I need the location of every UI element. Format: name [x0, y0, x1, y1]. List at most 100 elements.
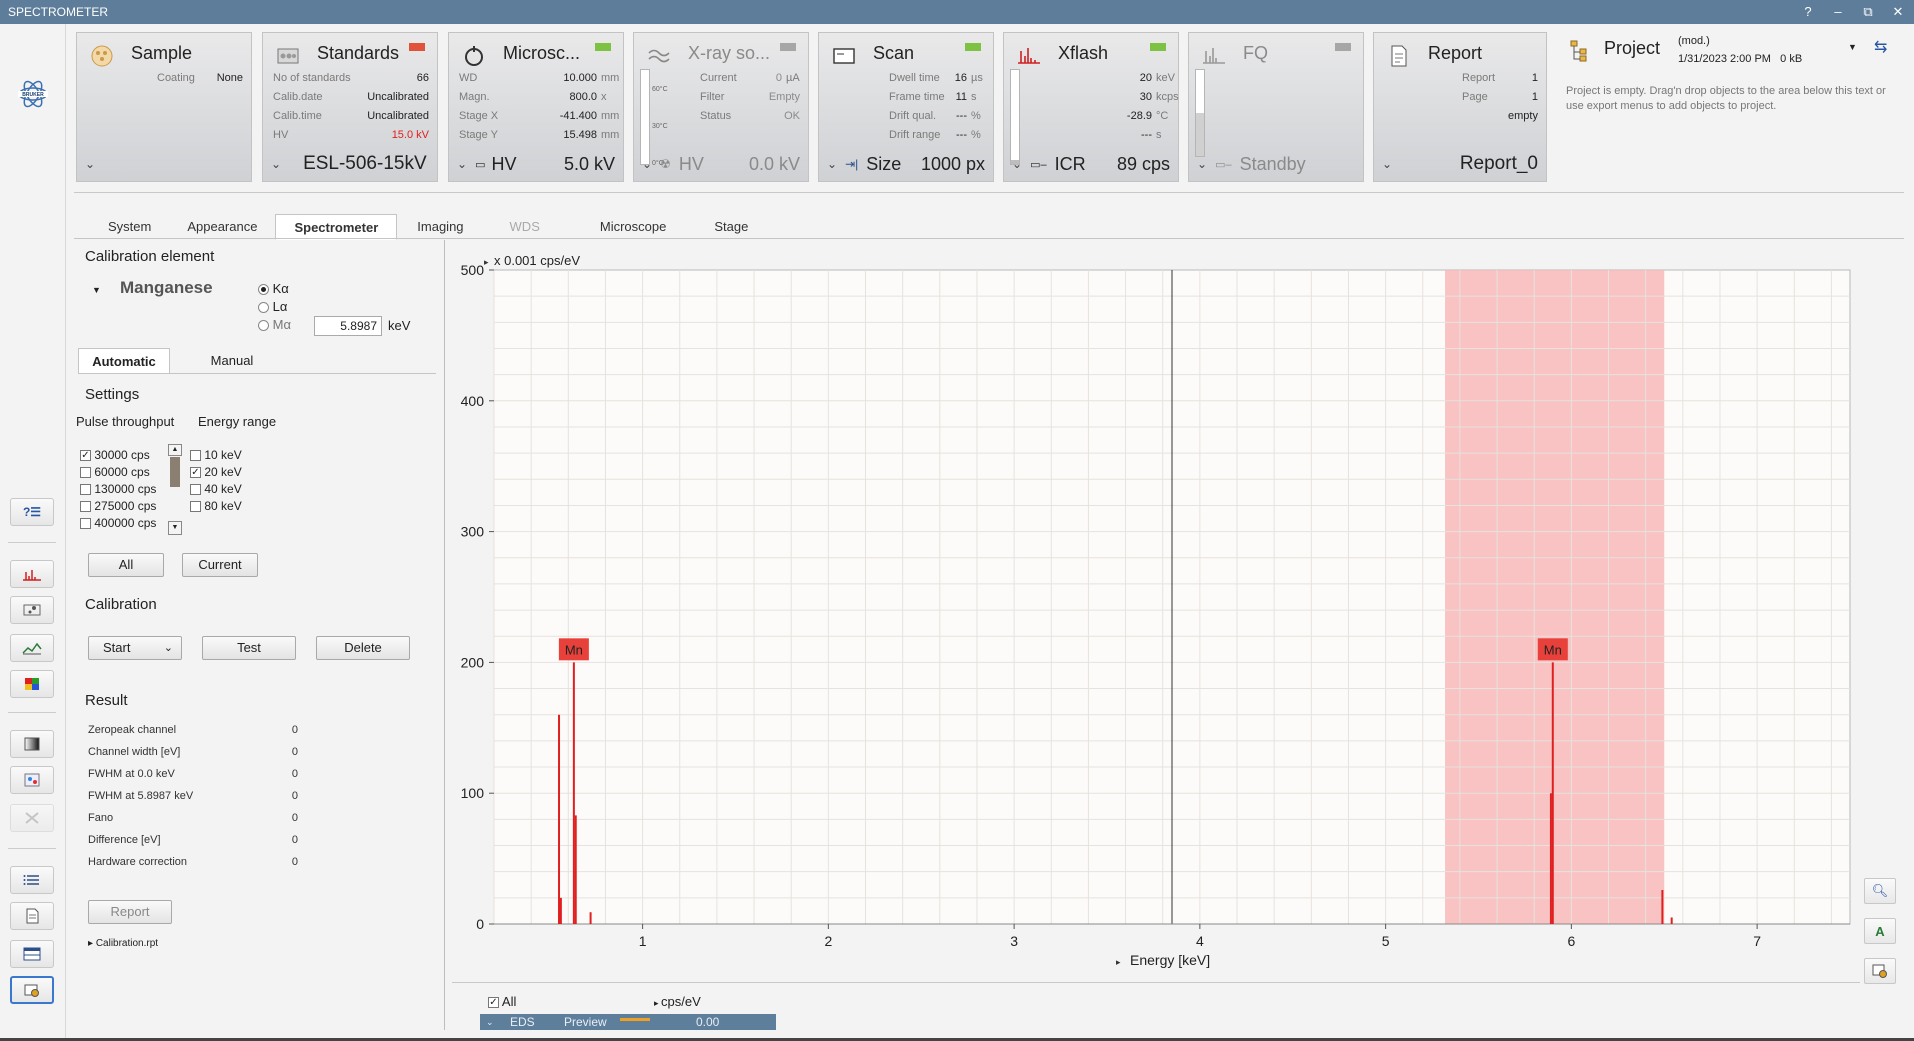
subtab-automatic[interactable]: Automatic [78, 348, 170, 374]
annotation-button[interactable]: A [1864, 918, 1896, 944]
microscope-tile[interactable]: Microsc... WD 10.000 mm Magn. 800.0 x Stage … [448, 32, 624, 182]
test-button[interactable]: Test [202, 636, 296, 660]
chevron-down-icon[interactable]: ⌄ [1382, 157, 1392, 171]
project-panel[interactable]: Project (mod.) 1/31/2023 2:00 PM 0 kB ▼ … [1556, 32, 1908, 182]
spectrum-list: ✓ All [488, 994, 516, 1009]
magnification-label: Magn. [459, 91, 490, 103]
swap-arrows-icon[interactable]: ⇆ [1874, 37, 1887, 57]
all-checkbox[interactable]: ✓ [488, 997, 499, 1009]
energy-input[interactable]: 5.8987 [314, 316, 382, 336]
point-list-button[interactable] [10, 596, 54, 624]
spectrum-view-button[interactable] [10, 560, 54, 588]
pulse-checkbox-30000[interactable]: ✓ [80, 450, 91, 462]
energy-option[interactable]: 80 keV [190, 498, 242, 515]
tab-wds[interactable]: WDS [484, 214, 572, 240]
minimize-button[interactable]: – [1828, 0, 1848, 24]
maximize-button[interactable]: ⧉ [1858, 0, 1878, 24]
energy-unit: keV [388, 318, 411, 333]
tab-stage[interactable]: Stage [694, 214, 768, 240]
energy-option[interactable]: 40 keV [190, 481, 242, 498]
energy-checkbox-20[interactable]: ✓ [190, 467, 201, 479]
radio-ma[interactable] [258, 320, 269, 332]
pulse-checkbox-130000[interactable] [80, 484, 91, 496]
scroll-down-icon[interactable]: ▼ [168, 521, 182, 535]
start-button[interactable]: Start ⌄ [88, 636, 182, 660]
all-button[interactable]: All [88, 553, 164, 577]
zoom-button[interactable]: 🔍︎ [1864, 878, 1896, 904]
chevron-down-icon[interactable]: ⌄ [1197, 157, 1207, 171]
expand-triangle-icon[interactable]: ▼ [92, 285, 101, 295]
phase-map-button[interactable] [10, 766, 54, 794]
image-button[interactable] [10, 730, 54, 758]
tab-system[interactable]: System [74, 214, 169, 240]
spectrum-row[interactable]: ⌄ EDS Preview 0.00 [480, 1014, 776, 1030]
pulse-option[interactable]: 400000 cps [80, 515, 156, 532]
xflash-tile[interactable]: Xflash 20 keV 30 kcps -28.9 °C --- s ⌄ ▭– ICR 8… [1003, 32, 1179, 182]
mapping-button[interactable] [10, 670, 54, 698]
result-label: FWHM at 5.8987 keV [88, 790, 194, 802]
chevron-down-icon[interactable]: ⌄ [271, 157, 281, 171]
image-spectrum-button[interactable] [10, 634, 54, 662]
project-dropdown-icon[interactable]: ▼ [1848, 42, 1857, 52]
scan-tile[interactable]: Scan Dwell time 16 µs Frame time 11 s Drift … [818, 32, 994, 182]
chevron-down-icon[interactable]: ⌄ [642, 157, 652, 171]
energy-checkbox-80[interactable] [190, 501, 201, 513]
xray-source-tile[interactable]: X-ray so... 60°C 30°C 0°C Current 0 µA Fil… [633, 32, 809, 182]
pulse-option[interactable]: 60000 cps [80, 464, 156, 481]
disabled-tool-button[interactable] [10, 804, 54, 832]
chevron-down-icon[interactable]: ⌄ [1012, 157, 1022, 171]
current-button[interactable]: Current [182, 553, 258, 577]
panel-splitter[interactable] [444, 240, 445, 1030]
standards-tile[interactable]: Standards No of standards 66 Calib.date Un… [262, 32, 438, 182]
line-option-la[interactable]: Lα [258, 298, 291, 316]
chart-settings-button[interactable] [1864, 958, 1896, 984]
fq-tile[interactable]: FQ ⌄ ▭– Standby [1188, 32, 1364, 182]
list-view-button[interactable] [10, 866, 54, 894]
pulse-checkbox-60000[interactable] [80, 467, 91, 479]
chevron-down-icon[interactable]: ⌄ [457, 157, 467, 171]
chevron-down-icon[interactable]: ⌄ [85, 157, 95, 171]
help-list-button[interactable]: ?☰ [10, 498, 54, 526]
page-count-label: Page [1462, 91, 1488, 103]
pulse-checkbox-275000[interactable] [80, 501, 91, 513]
energy-label-10: 10 keV [204, 448, 242, 462]
scroll-up-icon[interactable]: ▲ [168, 444, 182, 456]
calib-date-label: Calib.date [273, 91, 323, 103]
close-button[interactable]: ✕ [1888, 0, 1908, 24]
pulse-option[interactable]: 130000 cps [80, 481, 156, 498]
tab-spectrometer[interactable]: Spectrometer [275, 214, 398, 240]
radio-ka[interactable] [258, 284, 269, 296]
report-title: Report [1428, 43, 1483, 63]
tab-imaging[interactable]: Imaging [397, 214, 483, 240]
line-option-ka[interactable]: Kα [258, 280, 291, 298]
element-name[interactable]: Manganese [120, 278, 213, 298]
microscope-icon [461, 43, 487, 69]
help-button[interactable]: ? [1798, 0, 1818, 24]
report-tile[interactable]: Report Report 1 Page 1 empty ⌄ Report_0 [1373, 32, 1547, 182]
pulse-checkbox-400000[interactable] [80, 518, 91, 530]
subtab-underline [78, 373, 436, 374]
energy-checkbox-40[interactable] [190, 484, 201, 496]
energy-option[interactable]: ✓ 20 keV [190, 464, 242, 481]
table-button[interactable] [10, 940, 54, 968]
report-file[interactable]: ▸ Calibration.rpt [88, 938, 158, 949]
pulse-option[interactable]: ✓ 30000 cps [80, 447, 156, 464]
radio-la[interactable] [258, 302, 269, 314]
energy-option[interactable]: 10 keV [190, 447, 242, 464]
spectrum-chart[interactable]: Mn Mn 0 100 200 300 400 500 1 2 3 4 5 6 7 ▸ x 0.001 cps/… [446, 246, 1866, 986]
spectrum-plot[interactable]: Mn Mn 0 100 200 300 400 500 1 2 3 4 5 6 7 ▸ x 0.001 cps/… [446, 246, 1866, 980]
unit-selector[interactable]: ▸ cps/eV [654, 994, 701, 1009]
line-option-ma[interactable]: Mα [258, 316, 291, 334]
report-button[interactable]: Report [88, 900, 172, 924]
spectrometer-settings-button[interactable] [10, 976, 54, 1004]
scroll-thumb[interactable] [170, 457, 180, 487]
energy-checkbox-10[interactable] [190, 450, 201, 462]
subtab-manual[interactable]: Manual [192, 348, 272, 374]
chevron-down-icon[interactable]: ⌄ [827, 157, 837, 171]
document-button[interactable] [10, 902, 54, 930]
pulse-option[interactable]: 275000 cps [80, 498, 156, 515]
delete-button[interactable]: Delete [316, 636, 410, 660]
tab-microscope[interactable]: Microscope [572, 214, 694, 240]
tab-appearance[interactable]: Appearance [169, 214, 275, 240]
sample-tile[interactable]: Sample Coating None ⌄ [76, 32, 252, 182]
